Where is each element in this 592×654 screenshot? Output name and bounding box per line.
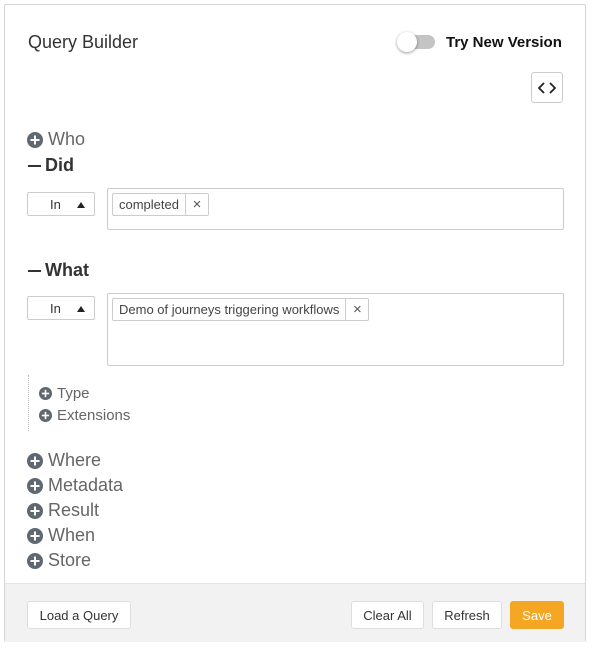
new-version-toggle[interactable]: [397, 31, 435, 53]
subsection-guide-line: [28, 375, 29, 431]
plus-circle-icon: [27, 502, 43, 519]
plus-circle-icon: [27, 452, 43, 469]
new-version-toggle-group[interactable]: Try New Version: [397, 31, 562, 53]
minus-icon: [28, 269, 41, 272]
did-tag: completed ×: [112, 193, 209, 216]
query-builder-panel: Query Builder Try New Version Who Did In…: [4, 4, 586, 642]
toggle-label: Try New Version: [446, 33, 562, 51]
plus-circle-icon: [39, 387, 52, 400]
section-store[interactable]: Store: [27, 550, 91, 571]
section-metadata[interactable]: Metadata: [27, 475, 123, 496]
save-button[interactable]: Save: [510, 601, 564, 629]
did-tag-text: completed: [119, 197, 179, 212]
section-metadata-label: Metadata: [48, 475, 124, 495]
refresh-button[interactable]: Refresh: [432, 601, 502, 629]
caret-up-icon: [77, 202, 85, 208]
plus-circle-icon: [27, 527, 43, 544]
page-title: Query Builder: [28, 32, 139, 52]
section-did[interactable]: Did: [28, 155, 74, 176]
plus-circle-icon: [27, 477, 43, 494]
remove-tag-button[interactable]: ×: [184, 194, 208, 215]
remove-tag-button[interactable]: ×: [345, 299, 368, 320]
did-operator-select[interactable]: In: [27, 192, 95, 216]
what-tags-input[interactable]: Demo of journeys triggering workflows ×: [107, 293, 564, 366]
subsection-extensions-label: Extensions: [57, 407, 131, 424]
section-result-label: Result: [48, 500, 100, 520]
what-operator-value: In: [50, 301, 61, 316]
what-tag-text: Demo of journeys triggering workflows: [119, 302, 340, 317]
subsection-type[interactable]: Type: [39, 385, 90, 402]
footer-bar: Load a Query Clear All Refresh Save: [5, 583, 585, 642]
section-where[interactable]: Where: [27, 450, 101, 471]
what-operator-select[interactable]: In: [27, 296, 95, 320]
did-operator-value: In: [50, 197, 61, 212]
load-query-button[interactable]: Load a Query: [27, 601, 131, 629]
section-store-label: Store: [48, 550, 92, 570]
code-view-button[interactable]: [531, 72, 563, 103]
section-result[interactable]: Result: [27, 500, 99, 521]
section-when[interactable]: When: [27, 525, 95, 546]
section-what[interactable]: What: [28, 260, 89, 281]
what-tag: Demo of journeys triggering workflows ×: [112, 298, 370, 321]
minus-icon: [28, 164, 41, 167]
did-tags-input[interactable]: completed ×: [107, 188, 564, 230]
section-who-label: Who: [48, 129, 86, 149]
section-what-label: What: [45, 260, 89, 280]
section-who[interactable]: Who: [27, 129, 85, 150]
section-where-label: Where: [48, 450, 102, 470]
section-did-label: Did: [45, 155, 74, 175]
toggle-knob: [397, 32, 417, 52]
caret-up-icon: [77, 306, 85, 312]
code-icon: [538, 81, 556, 94]
section-when-label: When: [48, 525, 96, 545]
subsection-extensions[interactable]: Extensions: [39, 407, 130, 424]
subsection-type-label: Type: [57, 385, 90, 402]
plus-circle-icon: [27, 131, 43, 148]
plus-circle-icon: [39, 409, 52, 422]
plus-circle-icon: [27, 552, 43, 569]
clear-all-button[interactable]: Clear All: [351, 601, 424, 629]
